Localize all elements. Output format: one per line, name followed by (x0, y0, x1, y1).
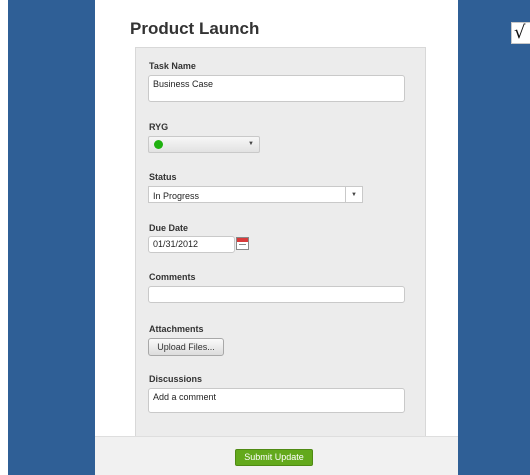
page-title: Product Launch (130, 19, 260, 38)
ryg-label: RYG (149, 122, 169, 132)
chevron-down-icon: ▼ (345, 187, 362, 202)
form-panel: Task Name Business Case RYG ▼ Status In … (135, 47, 426, 437)
discussions-label: Discussions (149, 374, 203, 384)
ryg-dropdown[interactable]: ▼ (148, 136, 260, 153)
calendar-icon[interactable] (236, 237, 249, 250)
right-side-panel (458, 0, 530, 475)
attachments-label: Attachments (149, 324, 204, 334)
status-value: In Progress (153, 191, 200, 201)
left-side-panel (8, 0, 95, 475)
submit-update-button[interactable]: Submit Update (235, 449, 313, 466)
update-request-form: Product Launch Task Name Business Case R… (95, 0, 458, 475)
status-dropdown[interactable]: In Progress ▼ (148, 186, 363, 203)
due-date-field[interactable]: 01/31/2012 (148, 236, 235, 253)
upload-files-button[interactable]: Upload Files... (148, 338, 224, 356)
status-label: Status (149, 172, 177, 182)
comments-field[interactable] (148, 286, 405, 303)
chevron-down-icon: ▼ (248, 141, 254, 147)
comments-label: Comments (149, 272, 196, 282)
form-footer: Submit Update (95, 436, 458, 475)
task-name-label: Task Name (149, 61, 196, 71)
task-name-field[interactable]: Business Case (148, 75, 405, 102)
discussion-comment-field[interactable]: Add a comment (148, 388, 405, 413)
checkmark-icon[interactable]: √ (511, 22, 530, 44)
green-status-icon (154, 140, 163, 149)
due-date-label: Due Date (149, 223, 189, 233)
